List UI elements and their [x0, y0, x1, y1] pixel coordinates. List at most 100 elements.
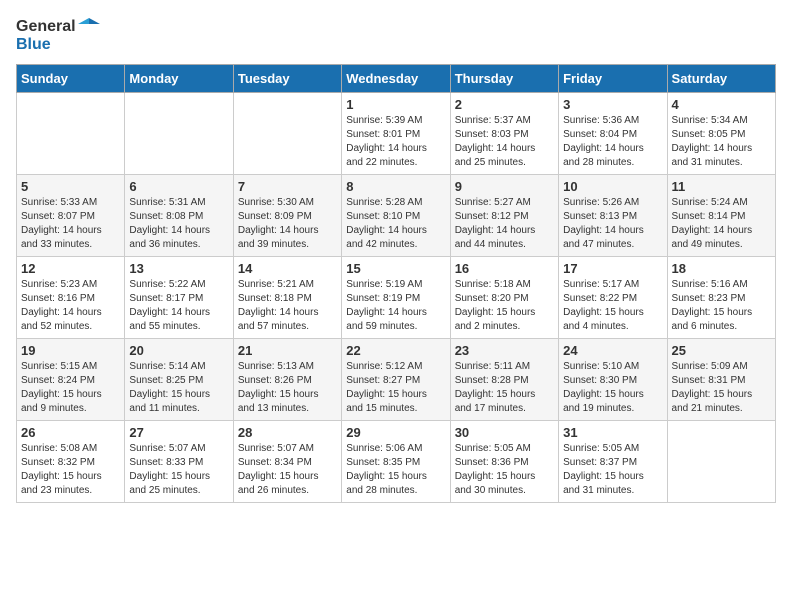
calendar-cell: 23Sunrise: 5:11 AM Sunset: 8:28 PM Dayli… [450, 338, 558, 420]
calendar-cell: 27 Sunrise: 5:07 AM Sunset: 8:33 PM Dayli… [125, 420, 233, 502]
calendar-cell: 2 Sunrise: 5:37 AM Sunset: 8:03 PM Daylig… [450, 92, 558, 174]
day-number: 29 [346, 425, 445, 440]
day-number: 13 [129, 261, 228, 276]
calendar-cell: 7Sunrise: 5:30 AM Sunset: 8:09 PM Daylig… [233, 174, 341, 256]
logo-blue: Blue [16, 36, 100, 54]
cell-content: Sunrise: 5:19 AM Sunset: 8:19 PM Dayligh… [346, 278, 445, 334]
day-number: 16 [455, 261, 554, 276]
calendar-cell: 22 Sunrise: 5:12 AM Sunset: 8:27 PM Dayli… [342, 338, 450, 420]
calendar-cell: 15 Sunrise: 5:19 AM Sunset: 8:19 PM Dayli… [342, 256, 450, 338]
calendar-cell: 24Sunrise: 5:10 AM Sunset: 8:30 PM Dayli… [559, 338, 667, 420]
day-number: 3 [563, 97, 662, 112]
day-number: 21 [238, 343, 337, 358]
day-number: 24 [563, 343, 662, 358]
day-number: 9 [455, 179, 554, 194]
cell-content: Sunrise: 5:39 AM Sunset: 8:01 PM Dayligh… [346, 114, 445, 170]
calendar-cell: 25Sunrise: 5:09 AM Sunset: 8:31 PM Dayli… [667, 338, 775, 420]
cell-content: Sunrise: 5:05 AM Sunset: 8:36 PM Dayligh… [455, 442, 554, 498]
weekday-header-sunday: Sunday [17, 64, 125, 92]
day-number: 15 [346, 261, 445, 276]
calendar-cell: 10 Sunrise: 5:26 AM Sunset: 8:13 PM Dayli… [559, 174, 667, 256]
calendar-week-2: 5 Sunrise: 5:33 AM Sunset: 8:07 PM Daylig… [17, 174, 776, 256]
calendar-table: SundayMondayTuesdayWednesdayThursdayFrid… [16, 64, 776, 503]
cell-content: Sunrise: 5:09 AM Sunset: 8:31 PM Dayligh… [672, 360, 771, 416]
calendar-cell: 19 Sunrise: 5:15 AM Sunset: 8:24 PM Dayli… [17, 338, 125, 420]
calendar-cell: 12Sunrise: 5:23 AM Sunset: 8:16 PM Dayli… [17, 256, 125, 338]
cell-content: Sunrise: 5:13 AM Sunset: 8:26 PM Dayligh… [238, 360, 337, 416]
day-number: 10 [563, 179, 662, 194]
weekday-header-monday: Monday [125, 64, 233, 92]
cell-content: Sunrise: 5:26 AM Sunset: 8:13 PM Dayligh… [563, 196, 662, 252]
calendar-cell: 29 Sunrise: 5:06 AM Sunset: 8:35 PM Dayli… [342, 420, 450, 502]
day-number: 14 [238, 261, 337, 276]
day-number: 30 [455, 425, 554, 440]
logo: General Blue [16, 16, 100, 54]
calendar-cell: 5 Sunrise: 5:33 AM Sunset: 8:07 PM Daylig… [17, 174, 125, 256]
cell-content: Sunrise: 5:15 AM Sunset: 8:24 PM Dayligh… [21, 360, 120, 416]
cell-content: Sunrise: 5:31 AM Sunset: 8:08 PM Dayligh… [129, 196, 228, 252]
weekday-header-row: SundayMondayTuesdayWednesdayThursdayFrid… [17, 64, 776, 92]
day-number: 27 [129, 425, 228, 440]
calendar-week-5: 26 Sunrise: 5:08 AM Sunset: 8:32 PM Dayli… [17, 420, 776, 502]
cell-content: Sunrise: 5:27 AM Sunset: 8:12 PM Dayligh… [455, 196, 554, 252]
calendar-cell: 6 Sunrise: 5:31 AM Sunset: 8:08 PM Daylig… [125, 174, 233, 256]
calendar-week-3: 12Sunrise: 5:23 AM Sunset: 8:16 PM Dayli… [17, 256, 776, 338]
cell-content: Sunrise: 5:33 AM Sunset: 8:07 PM Dayligh… [21, 196, 120, 252]
day-number: 5 [21, 179, 120, 194]
cell-content: Sunrise: 5:24 AM Sunset: 8:14 PM Dayligh… [672, 196, 771, 252]
calendar-cell [233, 92, 341, 174]
weekday-header-tuesday: Tuesday [233, 64, 341, 92]
cell-content: Sunrise: 5:06 AM Sunset: 8:35 PM Dayligh… [346, 442, 445, 498]
calendar-cell: 26 Sunrise: 5:08 AM Sunset: 8:32 PM Dayli… [17, 420, 125, 502]
day-number: 4 [672, 97, 771, 112]
page-header: General Blue [16, 16, 776, 54]
day-number: 7 [238, 179, 337, 194]
cell-content: Sunrise: 5:37 AM Sunset: 8:03 PM Dayligh… [455, 114, 554, 170]
cell-content: Sunrise: 5:08 AM Sunset: 8:32 PM Dayligh… [21, 442, 120, 498]
calendar-cell: 11 Sunrise: 5:24 AM Sunset: 8:14 PM Dayli… [667, 174, 775, 256]
cell-content: Sunrise: 5:11 AM Sunset: 8:28 PM Dayligh… [455, 360, 554, 416]
day-number: 18 [672, 261, 771, 276]
calendar-cell: 16 Sunrise: 5:18 AM Sunset: 8:20 PM Dayli… [450, 256, 558, 338]
cell-content: Sunrise: 5:14 AM Sunset: 8:25 PM Dayligh… [129, 360, 228, 416]
calendar-cell: 4 Sunrise: 5:34 AM Sunset: 8:05 PM Daylig… [667, 92, 775, 174]
calendar-cell: 14 Sunrise: 5:21 AM Sunset: 8:18 PM Dayli… [233, 256, 341, 338]
calendar-cell: 17Sunrise: 5:17 AM Sunset: 8:22 PM Dayli… [559, 256, 667, 338]
cell-content: Sunrise: 5:16 AM Sunset: 8:23 PM Dayligh… [672, 278, 771, 334]
day-number: 12 [21, 261, 120, 276]
weekday-header-wednesday: Wednesday [342, 64, 450, 92]
logo-bird-icon [78, 16, 100, 38]
cell-content: Sunrise: 5:07 AM Sunset: 8:33 PM Dayligh… [129, 442, 228, 498]
cell-content: Sunrise: 5:07 AM Sunset: 8:34 PM Dayligh… [238, 442, 337, 498]
day-number: 22 [346, 343, 445, 358]
day-number: 28 [238, 425, 337, 440]
day-number: 6 [129, 179, 228, 194]
day-number: 19 [21, 343, 120, 358]
cell-content: Sunrise: 5:12 AM Sunset: 8:27 PM Dayligh… [346, 360, 445, 416]
day-number: 11 [672, 179, 771, 194]
day-number: 26 [21, 425, 120, 440]
calendar-cell: 30 Sunrise: 5:05 AM Sunset: 8:36 PM Dayli… [450, 420, 558, 502]
calendar-cell [125, 92, 233, 174]
cell-content: Sunrise: 5:36 AM Sunset: 8:04 PM Dayligh… [563, 114, 662, 170]
cell-content: Sunrise: 5:28 AM Sunset: 8:10 PM Dayligh… [346, 196, 445, 252]
calendar-cell: 18 Sunrise: 5:16 AM Sunset: 8:23 PM Dayli… [667, 256, 775, 338]
weekday-header-thursday: Thursday [450, 64, 558, 92]
weekday-header-saturday: Saturday [667, 64, 775, 92]
cell-content: Sunrise: 5:21 AM Sunset: 8:18 PM Dayligh… [238, 278, 337, 334]
calendar-cell: 28 Sunrise: 5:07 AM Sunset: 8:34 PM Dayli… [233, 420, 341, 502]
calendar-cell: 20 Sunrise: 5:14 AM Sunset: 8:25 PM Dayli… [125, 338, 233, 420]
calendar-week-4: 19 Sunrise: 5:15 AM Sunset: 8:24 PM Dayli… [17, 338, 776, 420]
calendar-cell: 13 Sunrise: 5:22 AM Sunset: 8:17 PM Dayli… [125, 256, 233, 338]
day-number: 20 [129, 343, 228, 358]
day-number: 31 [563, 425, 662, 440]
logo-general: General [16, 18, 76, 36]
calendar-cell: 31 Sunrise: 5:05 AM Sunset: 8:37 PM Dayli… [559, 420, 667, 502]
cell-content: Sunrise: 5:05 AM Sunset: 8:37 PM Dayligh… [563, 442, 662, 498]
cell-content: Sunrise: 5:22 AM Sunset: 8:17 PM Dayligh… [129, 278, 228, 334]
weekday-header-friday: Friday [559, 64, 667, 92]
day-number: 1 [346, 97, 445, 112]
cell-content: Sunrise: 5:34 AM Sunset: 8:05 PM Dayligh… [672, 114, 771, 170]
day-number: 2 [455, 97, 554, 112]
cell-content: Sunrise: 5:18 AM Sunset: 8:20 PM Dayligh… [455, 278, 554, 334]
